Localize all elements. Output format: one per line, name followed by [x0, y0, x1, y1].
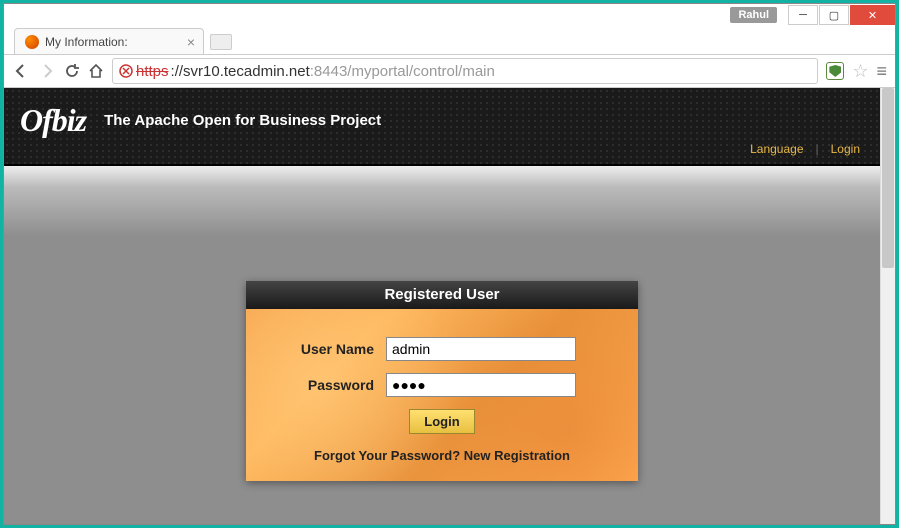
new-tab-button[interactable]: [210, 34, 232, 50]
scrollbar[interactable]: [880, 88, 895, 524]
url-protocol: https: [136, 63, 169, 80]
password-label: Password: [276, 377, 386, 393]
window-minimize-button[interactable]: ─: [788, 5, 818, 25]
back-button[interactable]: [12, 62, 30, 80]
tab-title: My Information:: [45, 35, 128, 49]
password-input[interactable]: [386, 373, 576, 397]
tab-close-icon[interactable]: ×: [187, 34, 195, 50]
bookmark-button[interactable]: ☆: [852, 61, 868, 82]
shield-icon: [829, 65, 841, 77]
user-badge: Rahul: [730, 7, 777, 23]
url-path: :8443/myportal/control/main: [310, 63, 495, 80]
login-title: Registered User: [246, 281, 638, 309]
username-input[interactable]: [386, 337, 576, 361]
forgot-password-link[interactable]: Forgot Your Password?: [314, 448, 460, 463]
logo: Ofbiz: [20, 102, 86, 139]
username-label: User Name: [276, 341, 386, 357]
browser-toolbar: https ://svr10.tecadmin.net :8443/myport…: [4, 54, 895, 88]
scroll-thumb[interactable]: [882, 88, 894, 268]
forward-button[interactable]: [38, 62, 56, 80]
browser-tab[interactable]: My Information: ×: [14, 28, 204, 54]
gradient-banner: [4, 166, 880, 236]
home-button[interactable]: [88, 63, 104, 79]
url-domain: ://svr10.tecadmin.net: [171, 63, 310, 80]
login-box: Registered User User Name Password Login: [246, 281, 638, 481]
home-icon: [88, 63, 104, 79]
arrow-right-icon: [38, 62, 56, 80]
arrow-left-icon: [12, 62, 30, 80]
window-maximize-button[interactable]: ▢: [819, 5, 849, 25]
reload-button[interactable]: [64, 63, 80, 79]
insecure-icon: [119, 64, 133, 78]
language-link[interactable]: Language: [750, 142, 803, 156]
tagline: The Apache Open for Business Project: [104, 112, 381, 129]
favicon-icon: [25, 35, 39, 49]
menu-button[interactable]: ≡: [876, 61, 887, 82]
url-bar[interactable]: https ://svr10.tecadmin.net :8443/myport…: [112, 58, 818, 84]
page-content: Ofbiz The Apache Open for Business Proje…: [4, 88, 880, 524]
tab-strip: My Information: ×: [4, 26, 895, 54]
login-link[interactable]: Login: [831, 142, 860, 156]
extension-button[interactable]: [826, 62, 844, 80]
new-registration-link[interactable]: New Registration: [464, 448, 570, 463]
site-header: Ofbiz The Apache Open for Business Proje…: [4, 88, 880, 166]
reload-icon: [64, 63, 80, 79]
window-titlebar: Rahul ─ ▢ ✕: [4, 4, 895, 26]
login-button[interactable]: Login: [409, 409, 474, 434]
window-close-button[interactable]: ✕: [850, 5, 895, 25]
